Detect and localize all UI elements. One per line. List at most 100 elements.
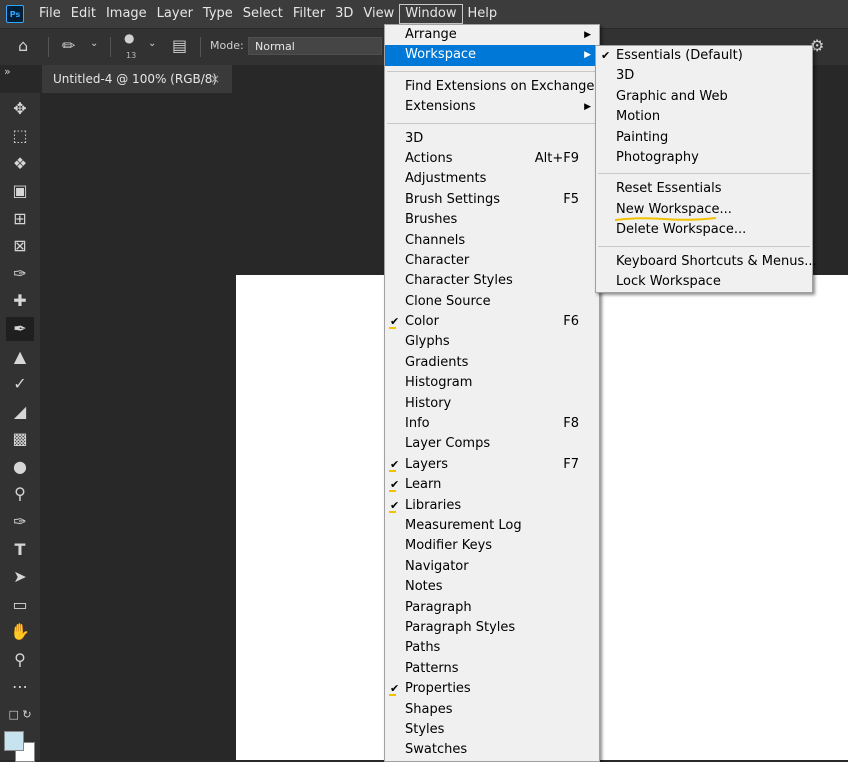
workspace-menu-item-delete-workspace[interactable]: Delete Workspace... (596, 220, 812, 240)
chevron-down-icon[interactable]: ⌄ (148, 38, 156, 49)
window-menu-item-character-styles[interactable]: Character Styles (385, 271, 599, 291)
crop-tool-icon[interactable]: ⊞ (6, 207, 34, 231)
window-menu-item-patterns[interactable]: Patterns (385, 659, 599, 679)
window-menu-item-find-extensions-on-exchange[interactable]: Find Extensions on Exchange... (385, 77, 607, 97)
eraser-tool-icon[interactable]: ◢ (6, 400, 34, 424)
window-menu-item-layers[interactable]: ✔ Layers F7 (385, 455, 599, 475)
window-menu-item-gradients[interactable]: Gradients (385, 353, 599, 373)
close-icon[interactable]: × (210, 65, 220, 93)
window-menu-item-swatches[interactable]: Swatches (385, 740, 599, 760)
home-icon[interactable]: ⌂ (18, 36, 28, 55)
brush-preset-icon[interactable]: ✏ (62, 36, 75, 55)
window-menu-item-adjustments[interactable]: Adjustments (385, 169, 599, 189)
menu-window[interactable]: Window (399, 4, 463, 24)
blur-tool-icon[interactable]: ● (6, 455, 34, 479)
brush-tip-icon[interactable]: ● (124, 31, 134, 45)
window-menu-item-channels[interactable]: Channels (385, 231, 599, 251)
workspace-menu-item-essentials-default[interactable]: ✔ Essentials (Default) (596, 46, 812, 66)
stamp-tool-icon[interactable]: ▲ (6, 345, 34, 369)
menu-edit[interactable]: Edit (66, 3, 101, 25)
window-menu-item-clone-source[interactable]: Clone Source (385, 292, 599, 312)
window-menu-item-measurement-log[interactable]: Measurement Log (385, 516, 599, 536)
lasso-tool-icon[interactable]: ❖ (6, 152, 34, 176)
menu-item-label: Paragraph (405, 599, 472, 615)
hand-tool-icon[interactable]: ✋ (6, 620, 34, 644)
window-menu-item-navigator[interactable]: Navigator (385, 557, 599, 577)
type-tool-icon[interactable]: T (6, 538, 34, 562)
eyedropper-tool-icon[interactable]: ✑ (6, 262, 34, 286)
move-tool-icon[interactable]: ✥ (6, 97, 34, 121)
dodge-tool-icon[interactable]: ⚲ (6, 482, 34, 506)
brush-panel-toggle-icon[interactable]: ▤ (172, 36, 187, 55)
menu-image[interactable]: Image (101, 3, 152, 25)
menu-view[interactable]: View (358, 3, 399, 25)
window-menu-item-extensions[interactable]: Extensions ▶ (385, 97, 599, 117)
window-menu-item-modifier-keys[interactable]: Modifier Keys (385, 536, 599, 556)
history-brush-tool-icon[interactable]: ✓ (6, 372, 34, 396)
window-menu-item-history[interactable]: History (385, 394, 599, 414)
healing-tool-icon[interactable]: ✚ (6, 289, 34, 313)
workspace-submenu: ✔ Essentials (Default) 3D Graphic and Web Mo… (595, 45, 817, 294)
path-select-tool-icon[interactable]: ➤ (6, 565, 34, 589)
window-menu-item-brushes[interactable]: Brushes (385, 210, 599, 230)
zoom-tool-icon[interactable]: ⚲ (6, 648, 34, 672)
window-menu-item-shapes[interactable]: Shapes (385, 700, 599, 720)
window-menu-item-styles[interactable]: Styles (385, 720, 599, 740)
document-tab[interactable]: Untitled-4 @ 100% (RGB/8) × (42, 65, 232, 93)
window-menu-item-brush-settings[interactable]: Brush Settings F5 (385, 190, 599, 210)
workspace-menu-item-3d[interactable]: 3D (596, 66, 812, 86)
chevron-down-icon[interactable]: ⌄ (90, 38, 98, 49)
menu-item-label: Keyboard Shortcuts & Menus... (616, 253, 817, 269)
window-menu-item-notes[interactable]: Notes (385, 577, 599, 597)
brush-tool-icon[interactable]: ✒ (6, 317, 34, 341)
menu-filter[interactable]: Filter (288, 3, 330, 25)
menu-item-label: Actions (405, 150, 453, 166)
window-menu-item-arrange[interactable]: Arrange ▶ (385, 25, 599, 45)
rectangle-tool-icon[interactable]: ▭ (6, 593, 34, 617)
gradient-tool-icon[interactable]: ▩ (6, 427, 34, 451)
workspace-menu-item-reset-essentials[interactable]: Reset Essentials (596, 179, 812, 199)
menu-item-label: Gradients (405, 354, 469, 370)
menu-item-label: Shapes (405, 701, 453, 717)
collapse-panel-icon[interactable]: » (4, 65, 11, 78)
marquee-tool-icon[interactable]: ⬚ (6, 124, 34, 148)
workspace-menu-item-graphic-and-web[interactable]: Graphic and Web (596, 87, 812, 107)
window-menu-item-paragraph[interactable]: Paragraph (385, 598, 599, 618)
menu-item-label: Patterns (405, 660, 459, 676)
window-menu-item-histogram[interactable]: Histogram (385, 373, 599, 393)
foreground-color-swatch[interactable] (4, 731, 24, 751)
window-menu-item-workspace[interactable]: Workspace ▶ (385, 45, 599, 66)
window-menu-item-color[interactable]: ✔ Color F6 (385, 312, 599, 332)
window-menu-item-libraries[interactable]: ✔ Libraries (385, 496, 599, 516)
frame-tool-icon[interactable]: ⊠ (6, 234, 34, 258)
checkmark-icon: ✔ (390, 682, 400, 696)
mode-select[interactable]: Normal (248, 37, 382, 55)
object-select-tool-icon[interactable]: ▣ (6, 179, 34, 203)
window-menu-item-info[interactable]: Info F8 (385, 414, 599, 434)
menu-help[interactable]: Help (463, 3, 503, 25)
menu-item-shortcut: F7 (563, 456, 579, 472)
pen-tool-icon[interactable]: ✑ (6, 510, 34, 534)
menu-layer[interactable]: Layer (152, 3, 198, 25)
workspace-menu-item-photography[interactable]: Photography (596, 148, 812, 168)
window-menu-item-layer-comps[interactable]: Layer Comps (385, 434, 599, 454)
menu-3d[interactable]: 3D (330, 3, 358, 25)
menu-select[interactable]: Select (238, 3, 288, 25)
window-menu-item-learn[interactable]: ✔ Learn (385, 475, 599, 495)
window-menu-item-paragraph-styles[interactable]: Paragraph Styles (385, 618, 599, 638)
more-tools-icon[interactable]: ⋯ (6, 675, 34, 699)
window-menu-item-paths[interactable]: Paths (385, 638, 599, 658)
window-menu-item-properties[interactable]: ✔ Properties (385, 679, 599, 699)
window-menu-item-actions[interactable]: Actions Alt+F9 (385, 149, 599, 169)
menu-item-label: Adjustments (405, 171, 487, 187)
workspace-menu-item-keyboard-shortcuts-menus[interactable]: Keyboard Shortcuts & Menus... (596, 252, 817, 272)
swap-colors-icon[interactable]: □ ↻ (6, 703, 34, 727)
window-menu-item-glyphs[interactable]: Glyphs (385, 332, 599, 352)
workspace-menu-item-painting[interactable]: Painting (596, 128, 812, 148)
workspace-menu-item-motion[interactable]: Motion (596, 107, 812, 127)
menu-file[interactable]: File (34, 3, 66, 25)
workspace-menu-item-lock-workspace[interactable]: Lock Workspace (596, 272, 812, 292)
window-menu-item-character[interactable]: Character (385, 251, 599, 271)
menu-type[interactable]: Type (198, 3, 238, 25)
window-menu-item-3d[interactable]: 3D (385, 129, 599, 149)
